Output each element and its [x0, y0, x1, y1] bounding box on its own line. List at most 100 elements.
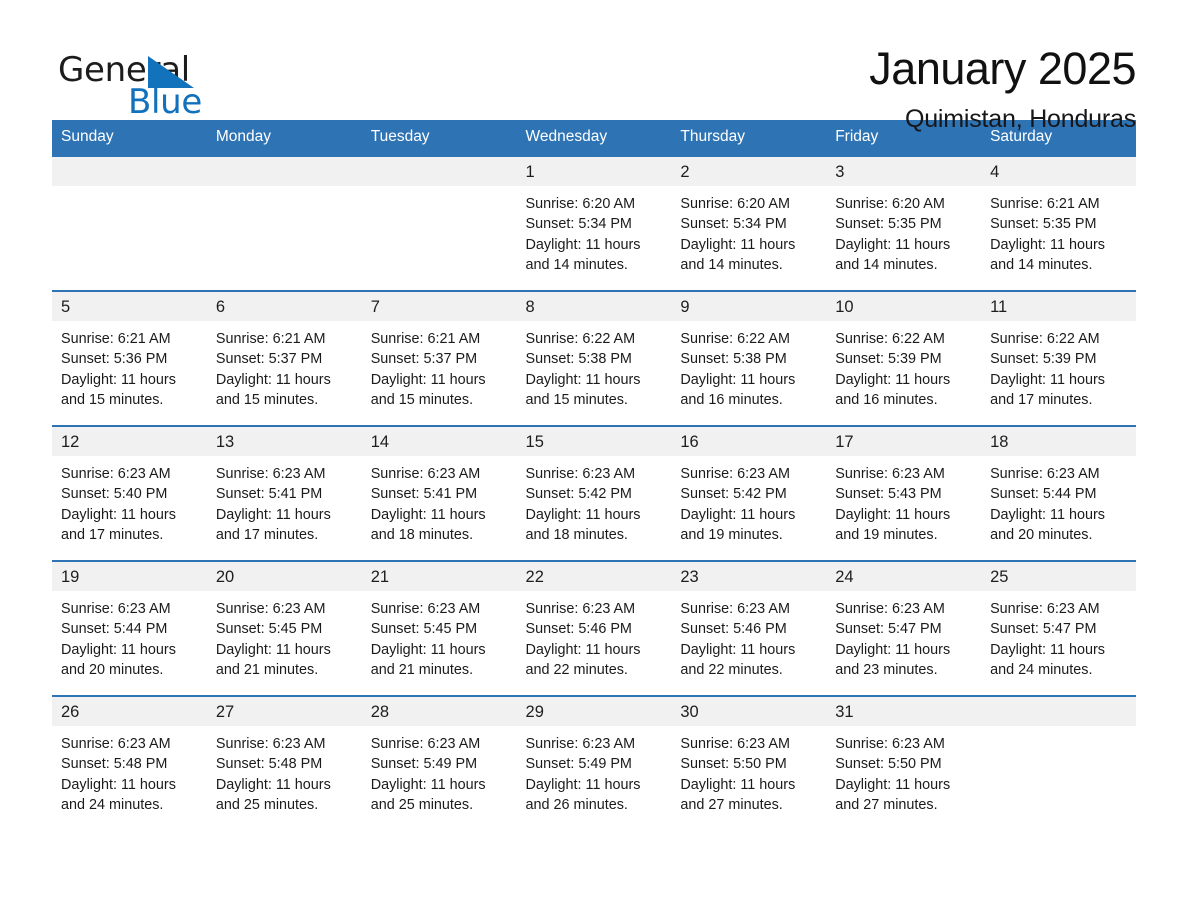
- daylight-text: Daylight: 11 hours and 23 minutes.: [835, 641, 951, 678]
- day-cell[interactable]: 8 Sunrise: 6:22 AM Sunset: 5:38 PM Daylight…: [516, 290, 672, 425]
- day-cell[interactable]: 6 Sunrise: 6:21 AM Sunset: 5:37 PM Daylight…: [206, 290, 362, 425]
- day-details: Sunrise: 6:22 AM Sunset: 5:38 PM Daylight:…: [671, 321, 826, 410]
- day-cell[interactable]: 12 Sunrise: 6:23 AM Sunset: 5:40 PM Dayligh…: [52, 425, 207, 560]
- calendar-day-cell[interactable]: 18 Sunrise: 6:23 AM Sunset: 5:44 PM Dayligh…: [981, 425, 1136, 560]
- daylight-text: Daylight: 11 hours and 24 minutes.: [990, 641, 1105, 678]
- calendar-day-cell[interactable]: 19 Sunrise: 6:23 AM Sunset: 5:44 PM Dayligh…: [52, 560, 207, 695]
- day-number: 6: [215, 298, 226, 316]
- sunrise-text: Sunrise: 6:21 AM: [370, 331, 481, 347]
- calendar-day-cell[interactable]: 23 Sunrise: 6:23 AM Sunset: 5:46 PM Dayligh…: [671, 560, 827, 695]
- day-number: 16: [680, 433, 699, 451]
- day-details: Sunrise: 6:23 AM Sunset: 5:47 PM Daylight:…: [826, 591, 981, 680]
- calendar-day-cell[interactable]: 11 Sunrise: 6:22 AM Sunset: 5:39 PM Dayligh…: [981, 290, 1136, 425]
- calendar-day-cell[interactable]: 16 Sunrise: 6:23 AM Sunset: 5:42 PM Dayligh…: [671, 425, 827, 560]
- day-cell[interactable]: 9 Sunrise: 6:22 AM Sunset: 5:38 PM Daylight…: [671, 290, 827, 425]
- day-cell[interactable]: 11 Sunrise: 6:22 AM Sunset: 5:39 PM Dayligh…: [981, 290, 1136, 425]
- calendar-day-cell[interactable]: 13 Sunrise: 6:23 AM Sunset: 5:41 PM Dayligh…: [206, 425, 362, 560]
- calendar-day-cell[interactable]: 12 Sunrise: 6:23 AM Sunset: 5:40 PM Dayligh…: [52, 425, 207, 560]
- page-title: January 2025: [869, 43, 1136, 94]
- calendar-day-cell: [361, 155, 517, 290]
- day-number: 13: [215, 433, 235, 451]
- day-cell[interactable]: 7 Sunrise: 6:21 AM Sunset: 5:37 PM Daylight…: [361, 290, 517, 425]
- sunset-text: Sunset: 5:44 PM: [61, 621, 168, 638]
- calendar-day-cell[interactable]: 21 Sunrise: 6:23 AM Sunset: 5:45 PM Dayligh…: [361, 560, 517, 695]
- sunset-text: Sunset: 5:34 PM: [525, 216, 632, 233]
- day-number: 9: [680, 298, 690, 316]
- daylight-text: Daylight: 11 hours and 15 minutes.: [215, 371, 331, 408]
- daylight-text: Daylight: 11 hours and 17 minutes.: [215, 506, 331, 543]
- calendar-day-cell[interactable]: 10 Sunrise: 6:22 AM Sunset: 5:39 PM Dayligh…: [826, 290, 982, 425]
- sunrise-text: Sunrise: 6:23 AM: [215, 736, 326, 752]
- day-cell[interactable]: 17 Sunrise: 6:23 AM Sunset: 5:43 PM Dayligh…: [826, 425, 982, 560]
- day-cell[interactable]: 21 Sunrise: 6:23 AM Sunset: 5:45 PM Dayligh…: [361, 560, 517, 695]
- calendar-day-cell[interactable]: 24 Sunrise: 6:23 AM Sunset: 5:47 PM Dayligh…: [826, 560, 982, 695]
- daylight-text: Daylight: 11 hours and 14 minutes.: [525, 236, 641, 273]
- calendar-day-cell[interactable]: 25 Sunrise: 6:23 AM Sunset: 5:47 PM Dayligh…: [981, 560, 1136, 695]
- calendar-day-cell[interactable]: 1 Sunrise: 6:20 AM Sunset: 5:34 PM Daylight…: [516, 155, 672, 290]
- sunrise-text: Sunrise: 6:21 AM: [61, 331, 171, 347]
- calendar-day-cell[interactable]: 22 Sunrise: 6:23 AM Sunset: 5:46 PM Dayligh…: [516, 560, 672, 695]
- day-number-band: [52, 157, 207, 186]
- day-cell[interactable]: 13 Sunrise: 6:23 AM Sunset: 5:41 PM Dayligh…: [206, 425, 362, 560]
- sunrise-text: Sunrise: 6:23 AM: [525, 736, 636, 752]
- calendar-day-cell[interactable]: 26 Sunrise: 6:23 AM Sunset: 5:48 PM Dayligh…: [52, 695, 207, 830]
- day-cell[interactable]: 4 Sunrise: 6:21 AM Sunset: 5:35 PM Daylight…: [981, 155, 1136, 290]
- day-cell[interactable]: 26 Sunrise: 6:23 AM Sunset: 5:48 PM Dayligh…: [52, 695, 207, 830]
- day-number: 17: [835, 433, 854, 451]
- daylight-text: Daylight: 11 hours and 25 minutes.: [215, 776, 331, 813]
- calendar-day-cell[interactable]: 2 Sunrise: 6:20 AM Sunset: 5:34 PM Daylight…: [671, 155, 827, 290]
- calendar-day-cell[interactable]: 3 Sunrise: 6:20 AM Sunset: 5:35 PM Daylight…: [826, 155, 982, 290]
- calendar-day-cell[interactable]: 14 Sunrise: 6:23 AM Sunset: 5:41 PM Dayligh…: [361, 425, 517, 560]
- day-cell[interactable]: 19 Sunrise: 6:23 AM Sunset: 5:44 PM Dayligh…: [52, 560, 207, 695]
- sunrise-text: Sunrise: 6:23 AM: [215, 601, 326, 617]
- day-cell[interactable]: 31 Sunrise: 6:23 AM Sunset: 5:50 PM Dayligh…: [826, 695, 982, 830]
- sunrise-text: Sunrise: 6:23 AM: [525, 601, 636, 617]
- day-cell[interactable]: 3 Sunrise: 6:20 AM Sunset: 5:35 PM Daylight…: [826, 155, 982, 290]
- day-cell[interactable]: 22 Sunrise: 6:23 AM Sunset: 5:46 PM Dayligh…: [516, 560, 672, 695]
- calendar-day-cell[interactable]: 4 Sunrise: 6:21 AM Sunset: 5:35 PM Daylight…: [981, 155, 1136, 290]
- sunset-text: Sunset: 5:41 PM: [370, 486, 478, 503]
- day-cell[interactable]: 14 Sunrise: 6:23 AM Sunset: 5:41 PM Dayligh…: [361, 425, 517, 560]
- day-number: 8: [525, 298, 535, 316]
- day-cell[interactable]: 15 Sunrise: 6:23 AM Sunset: 5:42 PM Dayligh…: [516, 425, 672, 560]
- day-number-band: 26: [52, 697, 207, 726]
- day-number-band: 18: [981, 427, 1136, 456]
- calendar-day-cell[interactable]: 17 Sunrise: 6:23 AM Sunset: 5:43 PM Dayligh…: [826, 425, 982, 560]
- day-cell[interactable]: 29 Sunrise: 6:23 AM Sunset: 5:49 PM Dayligh…: [516, 695, 672, 830]
- sunrise-text: Sunrise: 6:23 AM: [61, 601, 171, 617]
- calendar-day-cell[interactable]: 20 Sunrise: 6:23 AM Sunset: 5:45 PM Dayligh…: [206, 560, 362, 695]
- day-cell[interactable]: 18 Sunrise: 6:23 AM Sunset: 5:44 PM Dayligh…: [981, 425, 1136, 560]
- day-cell[interactable]: 25 Sunrise: 6:23 AM Sunset: 5:47 PM Dayligh…: [981, 560, 1136, 695]
- day-cell[interactable]: 20 Sunrise: 6:23 AM Sunset: 5:45 PM Dayligh…: [206, 560, 362, 695]
- calendar-day-cell[interactable]: 27 Sunrise: 6:23 AM Sunset: 5:48 PM Dayligh…: [206, 695, 362, 830]
- day-number-band: 8: [516, 292, 672, 321]
- calendar-day-cell[interactable]: 5 Sunrise: 6:21 AM Sunset: 5:36 PM Daylight…: [52, 290, 207, 425]
- sunrise-text: Sunrise: 6:23 AM: [680, 736, 790, 752]
- day-cell[interactable]: 10 Sunrise: 6:22 AM Sunset: 5:39 PM Dayligh…: [826, 290, 982, 425]
- sunrise-text: Sunrise: 6:23 AM: [835, 736, 945, 752]
- calendar-day-cell[interactable]: 30 Sunrise: 6:23 AM Sunset: 5:50 PM Dayligh…: [671, 695, 827, 830]
- day-number-band: 5: [52, 292, 207, 321]
- day-cell[interactable]: 1 Sunrise: 6:20 AM Sunset: 5:34 PM Daylight…: [516, 155, 672, 290]
- calendar-day-cell[interactable]: 29 Sunrise: 6:23 AM Sunset: 5:49 PM Dayligh…: [516, 695, 672, 830]
- calendar-day-cell[interactable]: 31 Sunrise: 6:23 AM Sunset: 5:50 PM Dayligh…: [826, 695, 982, 830]
- day-cell[interactable]: 27 Sunrise: 6:23 AM Sunset: 5:48 PM Dayligh…: [206, 695, 362, 830]
- day-cell[interactable]: 2 Sunrise: 6:20 AM Sunset: 5:34 PM Daylight…: [671, 155, 827, 290]
- day-cell[interactable]: 24 Sunrise: 6:23 AM Sunset: 5:47 PM Dayligh…: [826, 560, 982, 695]
- day-cell[interactable]: 5 Sunrise: 6:21 AM Sunset: 5:36 PM Daylight…: [52, 290, 207, 425]
- calendar-day-cell[interactable]: 6 Sunrise: 6:21 AM Sunset: 5:37 PM Daylight…: [206, 290, 362, 425]
- day-cell[interactable]: 23 Sunrise: 6:23 AM Sunset: 5:46 PM Dayligh…: [671, 560, 827, 695]
- sunrise-text: Sunrise: 6:23 AM: [835, 601, 945, 617]
- calendar-day-cell[interactable]: 8 Sunrise: 6:22 AM Sunset: 5:38 PM Daylight…: [516, 290, 672, 425]
- calendar-day-cell[interactable]: 7 Sunrise: 6:21 AM Sunset: 5:37 PM Daylight…: [361, 290, 517, 425]
- calendar-day-cell: [52, 155, 207, 290]
- day-cell[interactable]: 16 Sunrise: 6:23 AM Sunset: 5:42 PM Dayligh…: [671, 425, 827, 560]
- day-number-band: 28: [361, 697, 517, 726]
- calendar-day-cell[interactable]: 28 Sunrise: 6:23 AM Sunset: 5:49 PM Dayligh…: [361, 695, 517, 830]
- day-cell[interactable]: 28 Sunrise: 6:23 AM Sunset: 5:49 PM Dayligh…: [361, 695, 517, 830]
- day-cell[interactable]: 30 Sunrise: 6:23 AM Sunset: 5:50 PM Dayligh…: [671, 695, 827, 830]
- calendar-day-cell[interactable]: 15 Sunrise: 6:23 AM Sunset: 5:42 PM Dayligh…: [516, 425, 672, 560]
- day-details: Sunrise: 6:21 AM Sunset: 5:36 PM Daylight:…: [52, 321, 207, 410]
- calendar-day-cell[interactable]: 9 Sunrise: 6:22 AM Sunset: 5:38 PM Daylight…: [671, 290, 827, 425]
- day-number: 23: [680, 568, 699, 586]
